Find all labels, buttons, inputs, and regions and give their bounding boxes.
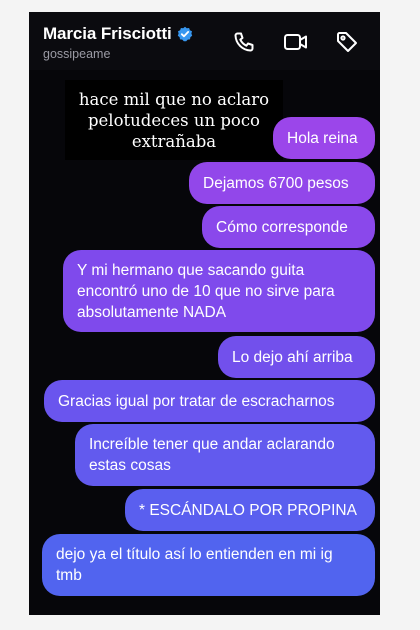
contact-username[interactable]: gossipeame — [43, 47, 110, 61]
message-text: dejo ya el título así lo entienden en mi… — [56, 546, 333, 584]
contact-name[interactable]: Marcia Frisciotti — [43, 24, 172, 44]
video-camera-icon[interactable] — [283, 29, 309, 55]
verified-badge-icon — [177, 26, 193, 42]
tag-icon[interactable] — [334, 29, 360, 55]
message-bubble[interactable]: Dejamos 6700 pesos — [189, 162, 375, 204]
caption-text: hace mil que no aclaro pelotudeces un po… — [78, 89, 270, 151]
message-bubble[interactable]: Cómo corresponde — [202, 206, 375, 248]
message-text: Gracias igual por tratar de escracharnos — [58, 392, 335, 410]
chat-header: Marcia Frisciotti gossipeame — [29, 12, 380, 70]
phone-icon[interactable] — [231, 29, 257, 55]
message-bubble[interactable]: Gracias igual por tratar de escracharnos — [44, 380, 375, 422]
message-text: Y mi hermano que sacando guita encontró … — [77, 261, 335, 321]
message-bubble[interactable]: Y mi hermano que sacando guita encontró … — [63, 250, 375, 332]
message-bubble[interactable]: dejo ya el título así lo entienden en mi… — [42, 534, 375, 596]
message-bubble[interactable]: Increíble tener que andar aclarando esta… — [75, 424, 375, 486]
message-bubble[interactable]: Hola reina — [273, 117, 375, 159]
dm-screen: Marcia Frisciotti gossipeame hace mil qu… — [29, 12, 380, 615]
contact-name-row[interactable]: Marcia Frisciotti — [43, 24, 193, 44]
message-bubble[interactable]: Lo dejo ahí arriba — [218, 336, 375, 378]
message-text: * ESCÁNDALO POR PROPINA — [139, 501, 357, 519]
message-text: Hola reina — [287, 129, 358, 147]
message-text: Dejamos 6700 pesos — [203, 174, 349, 192]
caption-overlay: hace mil que no aclaro pelotudeces un po… — [65, 80, 283, 160]
message-text: Lo dejo ahí arriba — [232, 348, 353, 366]
message-text: Cómo corresponde — [216, 218, 348, 236]
message-text: Increíble tener que andar aclarando esta… — [89, 436, 335, 474]
message-bubble[interactable]: * ESCÁNDALO POR PROPINA — [125, 489, 375, 531]
